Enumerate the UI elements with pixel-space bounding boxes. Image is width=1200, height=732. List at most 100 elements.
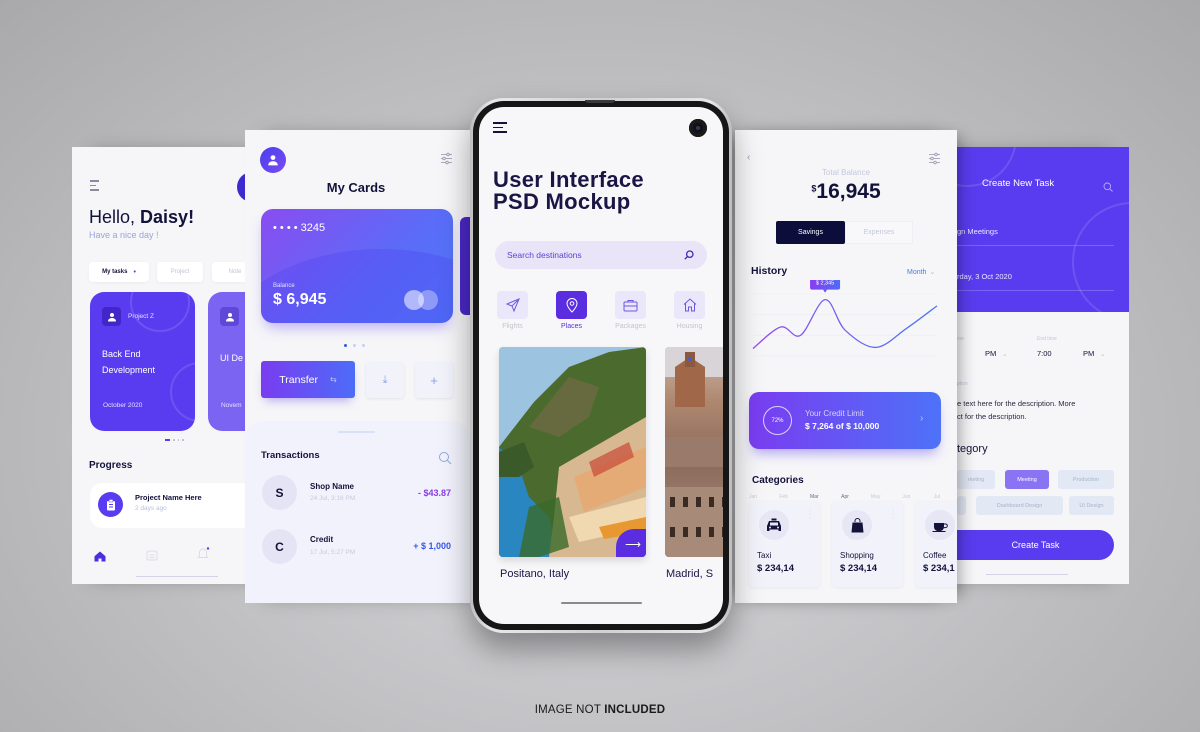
user-name: Daisy! (140, 207, 195, 227)
category-packages[interactable] (615, 291, 646, 319)
clipboard-icon (98, 492, 123, 517)
x-tick-label: Mar (810, 494, 819, 500)
calendar-icon[interactable] (146, 548, 158, 566)
page-title: My Cards (326, 180, 386, 195)
period-value: Month (907, 269, 927, 276)
transaction-row[interactable]: S Shop Name 24 Jul, 3:16 PM - $43.87 (262, 475, 462, 515)
map-pin-icon (565, 297, 578, 313)
hero-title-line: User Interface (493, 167, 644, 192)
destination-card[interactable] (665, 347, 723, 557)
period-select[interactable]: Month ⌄ (907, 268, 935, 276)
chevron-right-icon: › (920, 413, 924, 424)
active-dot-icon: • (133, 268, 136, 276)
total-balance: $16,945 (735, 180, 957, 204)
menu-icon[interactable] (493, 122, 507, 136)
transaction-amount: + $ 1,000 (413, 541, 451, 551)
profile-avatar[interactable] (260, 147, 286, 173)
category-label: Places (560, 323, 582, 330)
filter-my-tasks[interactable]: My tasks • (89, 262, 149, 282)
create-task-button[interactable]: Create Task (957, 530, 1114, 560)
destination-name: Madrid, S (666, 568, 714, 580)
history-heading: History (751, 265, 788, 277)
tab-savings[interactable]: Savings (776, 221, 845, 244)
description-field[interactable]: e text here for the description. More ct … (957, 397, 1075, 423)
carousel-indicator[interactable] (165, 439, 184, 441)
category-card[interactable]: Coffee $ 234,1 (915, 501, 957, 587)
tag-marketing[interactable]: rketing (957, 470, 995, 489)
tag-label: Meeting (1017, 476, 1037, 483)
project-title: UI De (220, 353, 244, 363)
menu-icon[interactable] (90, 180, 99, 194)
series-line (752, 298, 938, 350)
transaction-amount: - $43.87 (417, 488, 451, 498)
credit-card[interactable]: • • • • 3245 Balance $ 6,945 (261, 209, 453, 323)
end-time-value[interactable]: 7:00 (1037, 349, 1052, 358)
project-date: Novem (221, 402, 242, 409)
tag-partial[interactable] (957, 496, 966, 515)
task-date-value[interactable]: rday, 3 Oct 2020 (957, 272, 1012, 281)
home-icon[interactable] (94, 549, 106, 567)
transfer-button[interactable]: Transfer ⇆ (261, 361, 355, 398)
more-options-icon[interactable]: · · · (809, 507, 811, 522)
filter-label: Note (228, 269, 242, 275)
category-flights[interactable] (497, 291, 528, 319)
chevron-down-icon: ⌄ (1100, 352, 1106, 358)
download-icon: ⤓ (382, 373, 388, 386)
balance-screen: ‹ Total Balance $16,945 Savings Expenses… (735, 130, 957, 603)
search-icon[interactable] (684, 250, 694, 260)
swap-icon: ⇆ (330, 375, 337, 384)
category-housing[interactable] (674, 291, 705, 319)
home-indicator (136, 576, 218, 577)
start-time-label: me (957, 336, 964, 342)
tasks-screen: Hello, Daisy! Have a nice day ! My tasks… (72, 147, 252, 584)
home-indicator (561, 602, 642, 604)
arrow-right-button[interactable]: ⟶ (616, 529, 646, 557)
category-places[interactable] (556, 291, 587, 319)
destination-card[interactable]: ⟶ (499, 347, 646, 557)
download-button[interactable]: ⤓ (366, 362, 404, 398)
back-chevron-icon[interactable]: ‹ (747, 152, 750, 163)
filter-label: My tasks (102, 269, 128, 275)
search-input[interactable]: Search destinations (495, 241, 707, 269)
category-label: Flights (502, 323, 523, 330)
card-number: • • • • 3245 (273, 222, 326, 234)
search-icon[interactable] (438, 451, 452, 470)
tag-dashboard-design[interactable]: Dashboard Design (976, 496, 1063, 515)
speaker-grille (585, 100, 615, 103)
home-indicator (986, 574, 1068, 575)
arrow-right-icon: ⟶ (625, 538, 641, 551)
transaction-row[interactable]: C Credit 17 Jul, 5:27 PM + $ 1,000 (262, 529, 462, 569)
filter-label: Project (170, 269, 190, 275)
tag-meeting[interactable]: Meeting (1005, 470, 1049, 489)
project-card[interactable]: Project Z Back End Development October 20… (90, 292, 195, 431)
search-icon[interactable] (1103, 179, 1113, 197)
next-card[interactable] (460, 217, 470, 315)
decor-circle (130, 292, 190, 332)
progress-item[interactable]: Project Name Here 2 days ago (90, 483, 252, 528)
total-balance-label: Total Balance (821, 168, 871, 177)
category-label: Housing (676, 323, 703, 330)
transactions-heading: Transactions (261, 450, 320, 461)
filter-project[interactable]: Project (157, 262, 203, 282)
start-period-select[interactable]: PM ⌄ (985, 349, 1007, 358)
category-card[interactable]: · · · Shopping $ 234,14 (832, 501, 903, 587)
more-options-icon[interactable]: · · · (892, 507, 894, 522)
tab-expenses[interactable]: Expenses (845, 221, 913, 244)
greeting: Hello, Daisy! (89, 207, 194, 228)
credit-limit-card[interactable]: 72% Your Credit Limit $ 7,264 of $ 10,00… (749, 392, 941, 449)
bell-icon[interactable] (197, 547, 211, 565)
project-title: Back End Development (102, 346, 155, 378)
task-name-value[interactable]: gn Meetings (957, 227, 998, 236)
filter-sliders-icon[interactable] (440, 152, 453, 170)
search-placeholder: Search destinations (507, 250, 582, 260)
add-button[interactable]: + (415, 362, 453, 398)
tag-ui-design[interactable]: UI Design (1069, 496, 1114, 515)
end-period-select[interactable]: PM ⌄ (1083, 349, 1105, 358)
caption-bold: INCLUDED (604, 704, 666, 716)
card-pager[interactable] (344, 344, 365, 347)
category-heading: tegory (957, 443, 988, 455)
drag-handle[interactable] (338, 431, 375, 433)
decor-circle (1072, 202, 1129, 312)
category-card[interactable]: · · · Taxi $ 234,14 (749, 501, 820, 587)
tag-production[interactable]: Production (1058, 470, 1114, 489)
